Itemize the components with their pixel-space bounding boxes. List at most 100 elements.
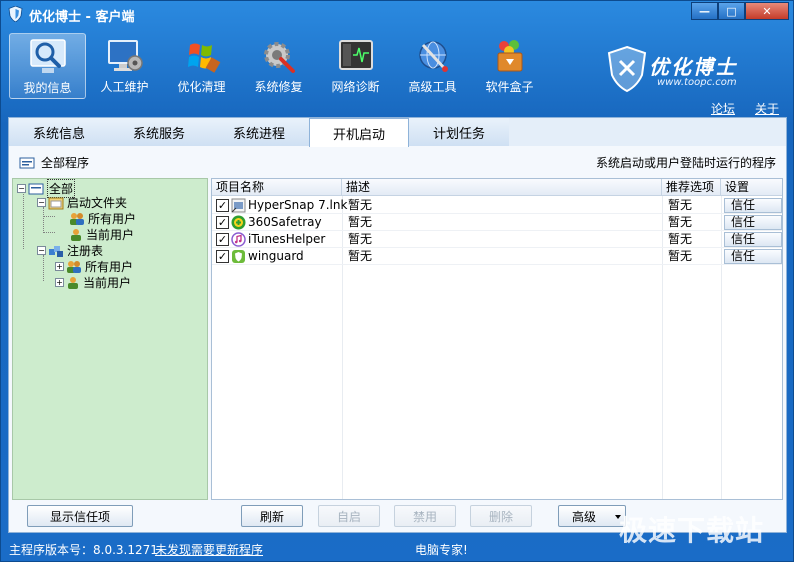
tree-node-rg-current-user[interactable]: + 当前用户 bbox=[55, 274, 131, 291]
tree-node-rg-all-users[interactable]: + 所有用户 bbox=[55, 258, 133, 275]
360-shield-icon bbox=[231, 215, 246, 230]
toolbar-advanced-tools[interactable]: 高级工具 bbox=[394, 33, 471, 99]
tab-bar: 系统信息 系统服务 系统进程 开机启动 计划任务 bbox=[9, 118, 509, 147]
tab-startup[interactable]: 开机启动 bbox=[309, 118, 409, 147]
software-box-icon bbox=[497, 40, 522, 72]
trust-button[interactable]: 信任 bbox=[724, 215, 782, 230]
toolbar-label: 我的信息 bbox=[23, 81, 72, 95]
delete-button[interactable]: 删除 bbox=[470, 505, 532, 527]
status-message: 电脑专家! bbox=[415, 543, 468, 557]
network-monitor-icon bbox=[338, 40, 373, 70]
column-header-name[interactable]: 项目名称 bbox=[212, 179, 342, 196]
collapse-toggle[interactable]: − bbox=[37, 246, 46, 255]
enable-checkbox[interactable]: ✓ bbox=[216, 199, 229, 212]
trust-button[interactable]: 信任 bbox=[724, 232, 782, 247]
watermark: 极速下载站 bbox=[619, 514, 765, 547]
app-window: 优化博士 - 客户端 — □ ✕ 我的信息 人工维护 优化清理 系统修复 网络诊… bbox=[0, 0, 794, 562]
version-label: 主程序版本号： bbox=[9, 543, 94, 557]
column-header-recommended[interactable]: 推荐选项 bbox=[662, 179, 721, 196]
table-row[interactable]: ✓ HyperSnap 7.lnk 暂无 暂无 信任 bbox=[212, 197, 782, 214]
toolbar-label: 网络诊断 bbox=[331, 80, 380, 94]
collapse-toggle[interactable]: − bbox=[17, 184, 26, 193]
gear-repair-icon bbox=[263, 42, 295, 73]
update-link[interactable]: 未发现需要更新程序 bbox=[155, 541, 263, 558]
top-links: 论坛 关于 bbox=[711, 100, 779, 117]
item-recommendation: 暂无 bbox=[668, 232, 693, 246]
brand-name: 优化博士 bbox=[649, 55, 737, 79]
tree-node-sf-all-users[interactable]: 所有用户 bbox=[69, 210, 136, 227]
item-recommendation: 暂无 bbox=[668, 249, 693, 263]
item-recommendation: 暂无 bbox=[668, 198, 693, 212]
user-icon bbox=[68, 276, 78, 289]
subheader-description: 系统启动或用户登陆时运行的程序 bbox=[595, 156, 776, 170]
expand-toggle[interactable]: + bbox=[55, 278, 64, 287]
toolbar-label: 人工维护 bbox=[100, 80, 149, 94]
globe-tool-icon bbox=[418, 41, 448, 72]
program-list-icon bbox=[19, 157, 35, 168]
forum-link[interactable]: 论坛 bbox=[711, 100, 735, 117]
tree-node-startup-folder[interactable]: − 启动文件夹 bbox=[37, 194, 127, 211]
item-description: 暂无 bbox=[348, 198, 373, 212]
tab-system-services[interactable]: 系统服务 bbox=[109, 118, 209, 146]
show-trusted-button[interactable]: 显示信任项 bbox=[27, 505, 133, 527]
main-toolbar: 我的信息 人工维护 优化清理 系统修复 网络诊断 高级工具 软件盒子 bbox=[9, 33, 548, 99]
version-number: 8.0.3.1271 bbox=[93, 543, 158, 557]
item-name: iTunesHelper bbox=[248, 232, 326, 246]
category-tree: − 全部 − 启动文件夹 所有用户 当前用户 − 注册表 + 所有用户 + 当前… bbox=[12, 178, 208, 500]
toolbar-label: 优化清理 bbox=[177, 80, 226, 94]
toolbar-manual-maintenance[interactable]: 人工维护 bbox=[86, 33, 163, 99]
refresh-button[interactable]: 刷新 bbox=[241, 505, 303, 527]
enable-checkbox[interactable]: ✓ bbox=[216, 250, 229, 263]
title-bar[interactable]: 优化博士 - 客户端 — □ ✕ bbox=[1, 1, 793, 27]
version-text: 主程序版本号：8.0.3.1271 bbox=[9, 541, 158, 558]
monitor-gear-icon bbox=[107, 40, 143, 71]
enable-checkbox[interactable]: ✓ bbox=[216, 233, 229, 246]
tree-node-registry[interactable]: − 注册表 bbox=[37, 242, 103, 259]
toolbar-label: 软件盒子 bbox=[485, 80, 534, 94]
subheader-left: 全部程序 bbox=[19, 154, 89, 171]
tree-label: 注册表 bbox=[67, 244, 104, 258]
tab-system-processes[interactable]: 系统进程 bbox=[209, 118, 309, 146]
table-row[interactable]: ✓ 360Safetray 暂无 暂无 信任 bbox=[212, 214, 782, 231]
minimize-button[interactable]: — bbox=[691, 2, 718, 20]
about-link[interactable]: 关于 bbox=[755, 100, 779, 117]
brand-url: www.toopc.com bbox=[657, 77, 737, 88]
startup-list: 项目名称 描述 推荐选项 设置 ✓ HyperSnap 7.lnk 暂无 暂无 … bbox=[211, 178, 783, 500]
tree-label: 所有用户 bbox=[85, 260, 134, 274]
expand-toggle[interactable]: + bbox=[55, 262, 64, 271]
item-recommendation: 暂无 bbox=[668, 215, 693, 229]
toolbar-software-box[interactable]: 软件盒子 bbox=[471, 33, 548, 99]
tab-system-info[interactable]: 系统信息 bbox=[9, 118, 109, 146]
toolbar-label: 高级工具 bbox=[408, 80, 457, 94]
tab-scheduled-tasks[interactable]: 计划任务 bbox=[409, 118, 509, 146]
close-button[interactable]: ✕ bbox=[745, 2, 789, 20]
item-name: winguard bbox=[248, 249, 304, 263]
tree-label: 当前用户 bbox=[86, 228, 135, 242]
brand-shield-icon bbox=[607, 45, 647, 93]
toolbar-optimize-clean[interactable]: 优化清理 bbox=[163, 33, 240, 99]
disable-button[interactable]: 禁用 bbox=[394, 505, 456, 527]
column-header-description[interactable]: 描述 bbox=[342, 179, 662, 196]
tree-guide-line bbox=[43, 216, 55, 217]
toolbar-label: 系统修复 bbox=[254, 80, 303, 94]
table-row[interactable]: ✓ winguard 暂无 暂无 信任 bbox=[212, 248, 782, 265]
table-row[interactable]: ✓ iTunesHelper 暂无 暂无 信任 bbox=[212, 231, 782, 248]
enable-checkbox[interactable]: ✓ bbox=[216, 216, 229, 229]
window-title: 优化博士 - 客户端 bbox=[29, 10, 135, 25]
collapse-toggle[interactable]: − bbox=[37, 198, 46, 207]
trust-button[interactable]: 信任 bbox=[724, 249, 782, 264]
toolbar-network-diagnosis[interactable]: 网络诊断 bbox=[317, 33, 394, 99]
tree-node-sf-current-user[interactable]: 当前用户 bbox=[69, 226, 134, 243]
column-header-settings[interactable]: 设置 bbox=[721, 179, 782, 196]
toolbar-my-info[interactable]: 我的信息 bbox=[9, 33, 86, 99]
toolbar-system-repair[interactable]: 系统修复 bbox=[240, 33, 317, 99]
item-name: 360Safetray bbox=[248, 215, 322, 229]
program-list-icon bbox=[28, 183, 44, 194]
users-icon bbox=[70, 212, 84, 225]
magnifier-icon bbox=[29, 39, 66, 73]
advanced-dropdown-button[interactable]: 高级 bbox=[558, 505, 626, 527]
tree-label: 当前用户 bbox=[83, 276, 132, 290]
maximize-button[interactable]: □ bbox=[718, 2, 745, 20]
trust-button[interactable]: 信任 bbox=[724, 198, 782, 213]
self-start-button[interactable]: 自启 bbox=[318, 505, 380, 527]
